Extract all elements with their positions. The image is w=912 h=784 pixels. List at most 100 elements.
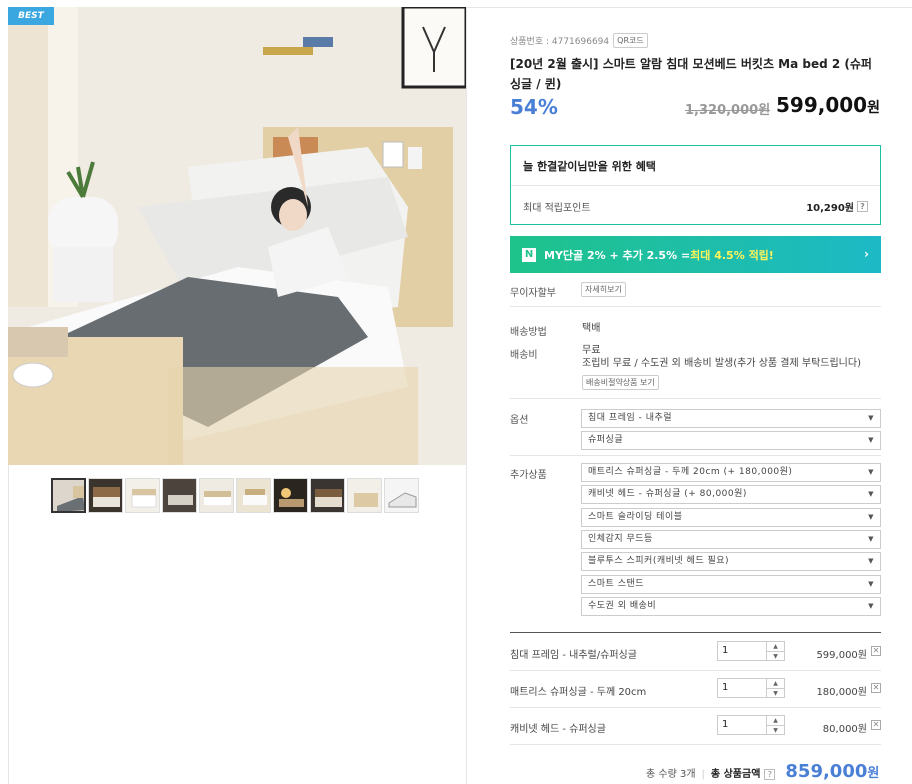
shipping-fee-value: 무료 xyxy=(582,345,601,356)
sale-price-amount: 599,000 xyxy=(776,93,868,117)
product-code: 상품번호 : 4771696694 xyxy=(510,37,610,47)
bedroom-photo xyxy=(8,7,466,465)
caret-down-icon: ▼ xyxy=(868,557,874,565)
extra-select-stand[interactable]: 스마트 스탠드 ▼ xyxy=(581,575,881,594)
thumbnail[interactable] xyxy=(236,478,271,513)
increase-icon[interactable]: ▲ xyxy=(767,716,784,726)
increase-icon[interactable]: ▲ xyxy=(767,642,784,652)
divider xyxy=(510,398,881,399)
quantity-input[interactable]: 1 xyxy=(717,641,767,661)
thumbnail[interactable] xyxy=(199,478,234,513)
shipping-method-label: 배송방법 xyxy=(510,327,547,338)
sale-price-unit: 원 xyxy=(867,100,880,116)
discount-rate: 54% xyxy=(510,95,558,119)
shipping-fee-label: 배송비 xyxy=(510,350,538,361)
selected-item-price: 180,000원 xyxy=(816,687,867,698)
thumbnail[interactable] xyxy=(384,478,419,513)
decrease-icon[interactable]: ▼ xyxy=(767,652,784,661)
separator: | xyxy=(701,769,705,780)
quantity-input[interactable]: 1 xyxy=(717,715,767,735)
max-points-row: 최대 적립포인트 10,290원? xyxy=(511,186,880,214)
extra-select-value: 캐비넷 헤드 - 슈퍼싱글 (+ 80,000원) xyxy=(588,489,747,499)
benefit-box: 늘 한결같이님만을 위한 혜택 최대 적립포인트 10,290원? xyxy=(510,145,881,225)
increase-icon[interactable]: ▲ xyxy=(767,679,784,689)
close-icon[interactable]: ✕ xyxy=(871,683,881,693)
extra-select-value: 수도권 외 배송비 xyxy=(588,601,657,611)
caret-down-icon: ▼ xyxy=(868,513,874,521)
decrease-icon[interactable]: ▼ xyxy=(767,726,784,735)
extra-select-mood-light[interactable]: 인체감지 무드등 ▼ xyxy=(581,530,881,549)
option-select-value: 침대 프레임 - 내추럴 xyxy=(588,413,673,423)
decrease-icon[interactable]: ▼ xyxy=(767,689,784,698)
banner-text: MY단골 2% + 추가 2.5% = xyxy=(544,248,691,262)
installment-label: 무이자할부 xyxy=(510,288,556,299)
naver-logo-icon: N xyxy=(522,247,536,262)
close-icon[interactable]: ✕ xyxy=(871,720,881,730)
help-icon[interactable]: ? xyxy=(857,201,868,212)
selected-item: 침대 프레임 - 내추럴/슈퍼싱글 1 ▲ ▼ 599,000원 ✕ xyxy=(510,633,881,670)
thumbnail[interactable] xyxy=(88,478,123,513)
thumbnail[interactable] xyxy=(162,478,197,513)
shipping-method-value: 택배 xyxy=(582,323,601,334)
thumbnail[interactable] xyxy=(51,478,86,513)
thumbnail[interactable] xyxy=(347,478,382,513)
thumbnail[interactable] xyxy=(125,478,160,513)
divider xyxy=(510,455,881,456)
max-points-label: 최대 적립포인트 xyxy=(523,203,591,214)
extra-select-value: 인체감지 무드등 xyxy=(588,534,653,544)
product-main-image[interactable] xyxy=(8,7,466,465)
selected-item-price: 80,000원 xyxy=(822,724,867,735)
caret-down-icon: ▼ xyxy=(868,468,874,476)
option-label: 옵션 xyxy=(510,415,529,426)
extra-select-shipping[interactable]: 수도권 외 배송비 ▼ xyxy=(581,597,881,616)
thumbnail[interactable] xyxy=(310,478,345,513)
close-icon[interactable]: ✕ xyxy=(871,646,881,656)
thumbnail-strip xyxy=(51,478,419,513)
max-points-value: 10,290원 xyxy=(806,203,854,214)
extra-select-mattress[interactable]: 매트리스 슈퍼싱글 - 두께 20cm (+ 180,000원) ▼ xyxy=(581,463,881,482)
best-badge: BEST xyxy=(8,7,54,25)
option-select-size[interactable]: 슈퍼싱글 ▼ xyxy=(581,431,881,450)
caret-down-icon: ▼ xyxy=(868,436,874,444)
total-summary: 총 수량 3개 | 총 상품금액 ? 859,000원 xyxy=(646,761,879,782)
quantity-stepper[interactable]: 1 ▲ ▼ xyxy=(717,641,787,661)
quantity-input[interactable]: 1 xyxy=(717,678,767,698)
help-icon[interactable]: ? xyxy=(764,769,776,780)
bundle-shipping-button[interactable]: 배송비절약상품 보기 xyxy=(582,375,659,390)
selected-item: 매트리스 슈퍼싱글 - 두께 20cm 1 ▲ ▼ 180,000원 ✕ xyxy=(510,670,881,707)
product-code-row: 상품번호 : 4771696694 QR코드 xyxy=(510,33,648,48)
selected-item: 캐비넷 헤드 - 슈퍼싱글 1 ▲ ▼ 80,000원 ✕ xyxy=(510,707,881,744)
chevron-right-icon: › xyxy=(864,247,869,261)
extra-select-value: 매트리스 슈퍼싱글 - 두께 20cm (+ 180,000원) xyxy=(588,467,793,477)
caret-down-icon: ▼ xyxy=(868,535,874,543)
sale-price: 599,000원 xyxy=(776,93,880,117)
extra-select-sliding-table[interactable]: 스마트 슬라이딩 테이블 ▼ xyxy=(581,508,881,527)
selected-item-price: 599,000원 xyxy=(816,650,867,661)
quantity-stepper[interactable]: 1 ▲ ▼ xyxy=(717,715,787,735)
extras-label: 추가상품 xyxy=(510,470,547,481)
product-title: [20년 2월 출시] 스마트 알람 침대 모션베드 버킷츠 Ma bed 2 … xyxy=(510,57,872,91)
benefit-title: 늘 한결같이님만을 위한 혜택 xyxy=(511,146,880,186)
extra-select-value: 스마트 스탠드 xyxy=(588,579,645,589)
option-select-frame[interactable]: 침대 프레임 - 내추럴 ▼ xyxy=(581,409,881,428)
total-amount-label: 총 상품금액 xyxy=(710,769,761,780)
shipping-fee-note: 조립비 무료 / 수도권 외 배송비 발생(추가 상품 결제 부탁드립니다) xyxy=(582,358,861,369)
quantity-stepper[interactable]: 1 ▲ ▼ xyxy=(717,678,787,698)
banner-highlight: 최대 4.5% 적립! xyxy=(690,248,774,262)
caret-down-icon: ▼ xyxy=(868,602,874,610)
selected-item-name: 매트리스 슈퍼싱글 - 두께 20cm xyxy=(510,687,647,698)
qr-code-button[interactable]: QR코드 xyxy=(613,33,648,48)
extra-select-cabinet-head[interactable]: 캐비넷 헤드 - 슈퍼싱글 (+ 80,000원) ▼ xyxy=(581,485,881,504)
caret-down-icon: ▼ xyxy=(868,490,874,498)
column-divider xyxy=(466,7,467,784)
installment-detail-button[interactable]: 자세히보기 xyxy=(581,282,626,297)
selected-item-name: 침대 프레임 - 내추럴/슈퍼싱글 xyxy=(510,650,637,661)
thumbnail[interactable] xyxy=(273,478,308,513)
total-amount: 859,000원 xyxy=(785,761,879,782)
original-price: 1,320,000원 xyxy=(685,103,771,118)
caret-down-icon: ▼ xyxy=(868,414,874,422)
total-amount-value: 859,000 xyxy=(785,761,868,782)
caret-down-icon: ▼ xyxy=(868,580,874,588)
naver-points-banner[interactable]: N MY단골 2% + 추가 2.5% = 최대 4.5% 적립! › xyxy=(510,236,881,273)
extra-select-speaker[interactable]: 블루투스 스피커(캐비넷 헤드 필요) ▼ xyxy=(581,552,881,571)
